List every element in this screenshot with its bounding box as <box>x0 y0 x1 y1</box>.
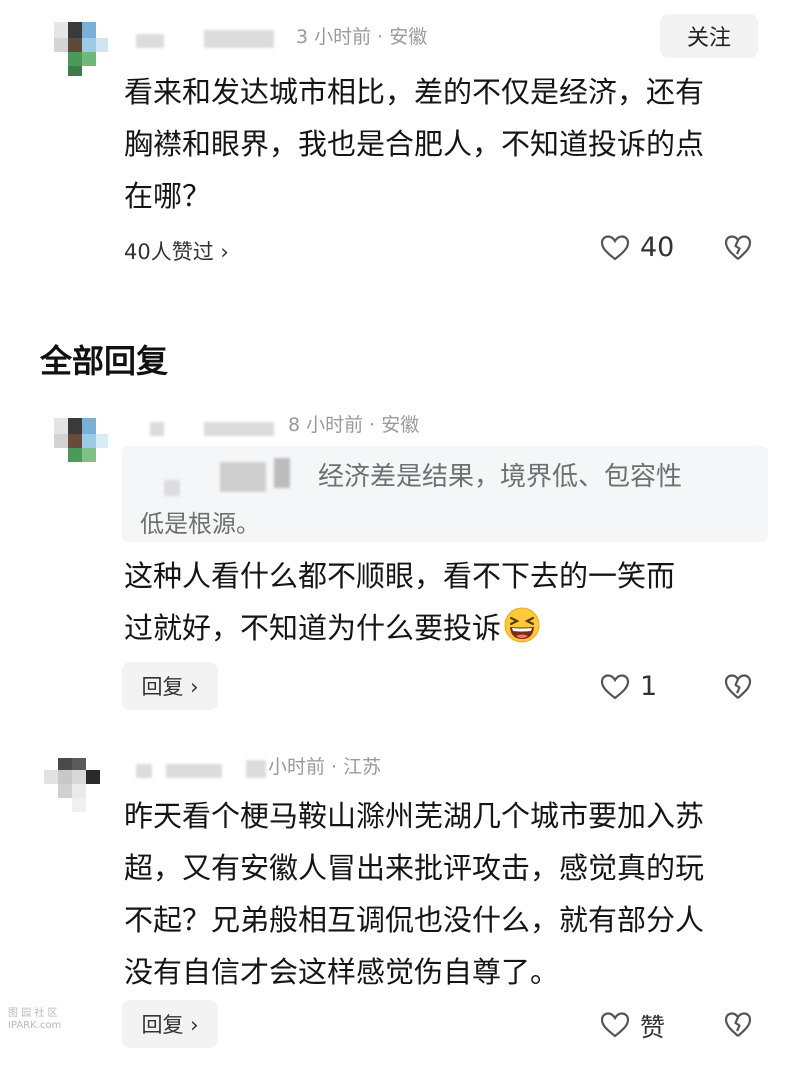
heart-icon[interactable] <box>600 673 630 701</box>
watermark: 图 园 社 区 IPARK.com <box>8 1008 62 1031</box>
reply-content: 这种人看什么都不顺眼，看不下去的一笑而 过就好，不知道为什么要投诉 <box>124 550 675 654</box>
comment-meta: 3 小时前 · 安徽 <box>296 26 428 48</box>
username-blurred[interactable] <box>166 764 222 778</box>
quoted-reply[interactable]: 经济差是结果，境界低、包容性 低是根源。 <box>122 446 768 542</box>
broken-heart-icon[interactable] <box>724 234 752 262</box>
broken-heart-icon[interactable] <box>724 673 752 701</box>
avatar[interactable] <box>44 758 100 818</box>
comment-content: 看来和发达城市相比，差的不仅是经济，还有 胸襟和眼界，我也是合肥人，不知道投诉的… <box>124 66 704 222</box>
reply-line: 没有自信才会这样感觉伤自尊了。 <box>124 955 560 989</box>
reply-line: 超，又有安徽人冒出来批评攻击，感觉真的玩 <box>124 851 705 885</box>
like-label[interactable]: 赞 <box>640 1008 665 1044</box>
reply-line: 不起？兄弟般相互调侃也没什么，就有部分人 <box>124 903 705 937</box>
comment-line: 在哪？ <box>124 179 212 213</box>
reply-meta: 8 小时前 · 安徽 <box>288 414 420 436</box>
reply-line: 昨天看个梗马鞍山滁州芜湖几个城市要加入苏 <box>124 799 705 833</box>
avatar[interactable] <box>54 16 110 76</box>
like-count: 40 <box>640 232 675 263</box>
username-blurred[interactable] <box>204 30 274 48</box>
divider <box>0 294 800 308</box>
reply-meta: 小时前 · 江苏 <box>268 756 382 778</box>
username-blurred[interactable] <box>246 760 266 778</box>
reply-content: 昨天看个梗马鞍山滁州芜湖几个城市要加入苏 超，又有安徽人冒出来批评攻击，感觉真的… <box>124 790 704 998</box>
quoted-username-blurred <box>164 480 180 496</box>
like-count: 1 <box>640 671 658 702</box>
username-blurred[interactable] <box>136 764 152 778</box>
reply-line: 过就好，不知道为什么要投诉 <box>124 602 675 654</box>
username-blurred[interactable] <box>204 422 274 436</box>
quoted-text: 低是根源。 <box>140 510 260 538</box>
follow-button[interactable]: 关注 <box>660 14 758 58</box>
reply-button[interactable]: 回复 › <box>122 1000 218 1048</box>
reply-button[interactable]: 回复 › <box>122 662 218 710</box>
quoted-text: 经济差是结果，境界低、包容性 <box>318 462 683 492</box>
comment-line: 看来和发达城市相比，差的不仅是经济，还有 <box>124 75 705 109</box>
broken-heart-icon[interactable] <box>724 1011 752 1039</box>
quoted-username-blurred <box>220 462 266 492</box>
heart-icon[interactable] <box>600 1011 630 1039</box>
quoted-username-blurred <box>274 458 290 488</box>
username-blurred[interactable] <box>136 34 164 48</box>
reply-line: 这种人看什么都不顺眼，看不下去的一笑而 <box>124 559 676 593</box>
grinning-squinting-face-icon <box>504 607 540 643</box>
comment-line: 胸襟和眼界，我也是合肥人，不知道投诉的点 <box>124 127 705 161</box>
section-title: 全部回复 <box>40 342 169 380</box>
likers-link[interactable]: 40人赞过 › <box>124 236 229 266</box>
heart-icon[interactable] <box>600 234 630 262</box>
avatar[interactable] <box>54 414 110 474</box>
username-blurred[interactable] <box>150 422 164 436</box>
